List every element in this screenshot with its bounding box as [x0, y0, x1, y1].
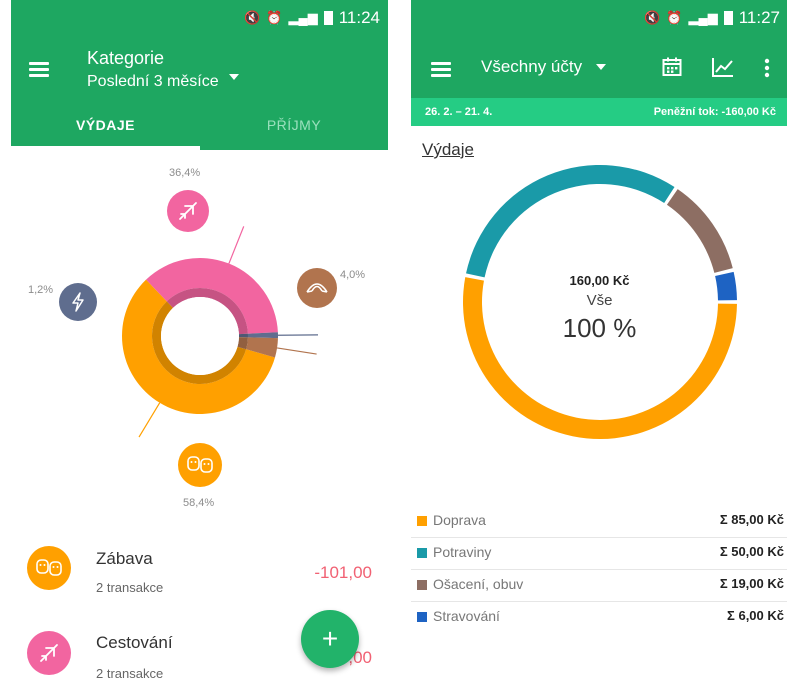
- chevron-down-icon: [228, 74, 239, 80]
- legend-row[interactable]: Ošacení, obuv Σ 19,00 Kč: [411, 569, 787, 602]
- legend-row[interactable]: Doprava Σ 85,00 Kč: [411, 505, 787, 538]
- pie-bubble-cestovani[interactable]: [167, 190, 209, 232]
- menu-icon[interactable]: [29, 62, 49, 77]
- mute-icon: 🔇: [644, 10, 661, 25]
- pie-slice-inner-energie: [238, 333, 248, 338]
- legend-row[interactable]: Potraviny Σ 50,00 Kč: [411, 537, 787, 570]
- signal-icon: ▂▄▆: [688, 10, 718, 25]
- tab-expenses-label: VÝDAJE: [75, 117, 136, 133]
- list-item[interactable]: Zábava 2 transakce -101,00: [11, 535, 388, 615]
- add-fab-button[interactable]: +: [301, 610, 359, 668]
- alarm-icon: ⏰: [266, 10, 283, 25]
- pie-connector-line: [276, 347, 317, 355]
- list-item-sub: 2 transakce: [96, 580, 164, 595]
- legend-swatch: [417, 516, 427, 526]
- legend-value: Σ 85,00 Kč: [719, 512, 784, 527]
- airplane-icon: [179, 202, 197, 220]
- theater-masks-icon: [36, 559, 62, 576]
- donut-hole: [161, 297, 239, 375]
- status-bar: 🔇 ⏰ ▂▄▆ 11:27: [411, 0, 787, 38]
- pie-label-jidlo: 4,0%: [340, 269, 366, 281]
- signal-icon: ▂▄▆: [288, 10, 318, 25]
- list-item-avatar: [27, 631, 71, 675]
- legend-name: Stravování: [433, 608, 500, 624]
- croissant-icon: [306, 283, 328, 293]
- status-time: 11:24: [338, 8, 380, 27]
- cashflow-text: Peněžní tok: -160,00 Kč: [653, 106, 776, 118]
- center-amount: 160,00 Kč: [569, 273, 630, 288]
- battery-icon: [323, 11, 333, 25]
- period-range: 26. 2. – 21. 4.: [425, 106, 493, 118]
- pie-connector-line: [228, 226, 245, 264]
- tab-expenses[interactable]: VÝDAJE: [11, 100, 200, 150]
- list-item-sub: 2 transakce: [96, 666, 164, 681]
- legend-value: Σ 6,00 Kč: [727, 608, 784, 623]
- pie-label-cestovani: 36,4%: [169, 167, 201, 179]
- list-item-amount: -101,00: [314, 563, 372, 582]
- plus-icon: +: [321, 623, 339, 654]
- pie-label-energie: 1,2%: [28, 284, 54, 296]
- period-subtitle: Poslední 3 měsíce: [87, 73, 219, 90]
- pie-bubble-energie[interactable]: [59, 283, 97, 321]
- list-item-name: Cestování: [96, 633, 173, 652]
- calendar-icon[interactable]: [662, 57, 682, 77]
- list-item-name: Zábava: [96, 549, 153, 568]
- status-bar: 🔇 ⏰ ▂▄▆ 11:24: [11, 0, 388, 38]
- menu-icon[interactable]: [431, 62, 451, 77]
- donut-center: 160,00 Kč Vše 100 %: [411, 273, 787, 344]
- legend-name: Ošacení, obuv: [433, 576, 524, 592]
- legend-swatch: [417, 612, 427, 622]
- category-period-selector[interactable]: Kategorie Poslední 3 měsíce: [87, 48, 239, 91]
- pie-bubble-jidlo[interactable]: [297, 268, 337, 308]
- mute-icon: 🔇: [244, 10, 261, 25]
- donut-slice-1[interactable]: [466, 165, 675, 278]
- more-vert-icon[interactable]: [764, 58, 770, 78]
- app-bar: Všechny účty: [411, 38, 787, 98]
- legend-value: Σ 19,00 Kč: [719, 576, 784, 591]
- battery-icon: [723, 11, 733, 25]
- pie-label-zabava: 58,4%: [183, 497, 215, 509]
- left-screen: 🔇 ⏰ ▂▄▆ 11:24 Kategorie Poslední 3 měsíc…: [11, 0, 388, 682]
- center-label: Vše: [586, 292, 613, 309]
- legend-swatch: [417, 580, 427, 590]
- list-item-avatar: [27, 546, 71, 590]
- airplane-icon: [40, 644, 58, 662]
- chevron-down-icon: [596, 64, 607, 70]
- legend-name: Doprava: [433, 512, 486, 528]
- alarm-icon: ⏰: [666, 10, 683, 25]
- legend-value: Σ 50,00 Kč: [719, 544, 784, 559]
- status-time: 11:27: [738, 8, 780, 27]
- right-screen: 🔇 ⏰ ▂▄▆ 11:27 Všechny účty 26. 2. – 21. …: [411, 0, 787, 682]
- tab-income-label: PŘÍJMY: [266, 117, 322, 133]
- page-title: Kategorie: [87, 48, 165, 68]
- legend-row[interactable]: Stravování Σ 6,00 Kč: [411, 601, 787, 633]
- theater-masks-icon: [187, 456, 213, 473]
- legend-name: Potraviny: [433, 544, 492, 560]
- lightning-icon: [72, 292, 84, 312]
- tab-income[interactable]: PŘÍJMY: [200, 100, 388, 150]
- line-chart-icon[interactable]: [712, 57, 734, 77]
- center-percent: 100 %: [562, 313, 637, 343]
- pie-bubble-zabava[interactable]: [178, 443, 222, 487]
- period-bar: 26. 2. – 21. 4. Peněžní tok: -160,00 Kč: [411, 98, 787, 126]
- section-title: Výdaje: [422, 140, 474, 159]
- account-title: Všechny účty: [481, 57, 583, 76]
- pie-connector-line: [138, 402, 161, 438]
- donut-slice-2[interactable]: [666, 189, 733, 273]
- app-bar: Kategorie Poslední 3 měsíce: [11, 38, 388, 100]
- legend-swatch: [417, 548, 427, 558]
- account-selector[interactable]: Všechny účty: [481, 57, 607, 77]
